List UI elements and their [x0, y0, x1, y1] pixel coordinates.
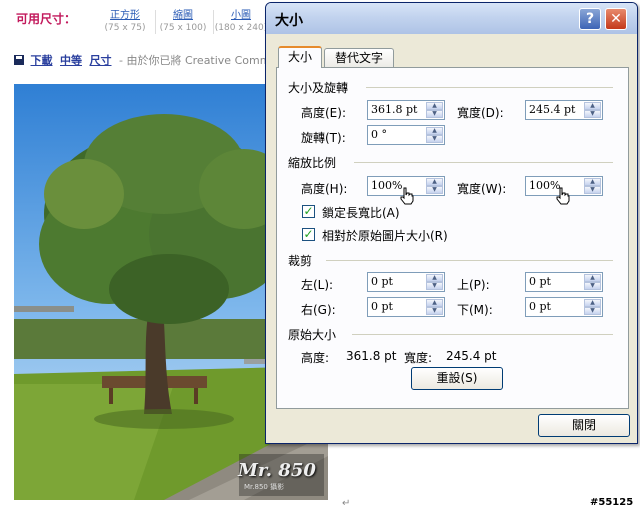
width-value[interactable]: 245.4 pt	[529, 103, 575, 116]
watermark-subtitle: Mr.850 攝影	[244, 483, 285, 491]
tab-size[interactable]: 大小	[278, 46, 322, 68]
spin-down-icon[interactable]: ▼	[584, 282, 601, 290]
original-width-value: 245.4 pt	[446, 349, 497, 363]
hand-cursor-icon	[400, 187, 414, 205]
original-width-label: 寬度:	[404, 351, 433, 365]
download-link[interactable]: 下載	[31, 54, 53, 67]
spin-down-icon[interactable]: ▼	[426, 186, 443, 194]
lock-aspect-checkbox[interactable]: ✓	[302, 205, 315, 218]
size-option-dim: (75 x 100)	[159, 23, 207, 33]
width-spinner[interactable]: 245.4 pt ▲ ▼	[525, 100, 603, 120]
spin-down-icon[interactable]: ▼	[426, 307, 443, 315]
crop-top-label: 上(P):	[457, 278, 490, 292]
size-option-name[interactable]: 縮圖	[158, 9, 208, 22]
lock-aspect-label[interactable]: 鎖定長寬比(A)	[322, 204, 400, 221]
height-value[interactable]: 361.8 pt	[371, 103, 417, 116]
crop-bottom-value[interactable]: 0 pt	[529, 300, 551, 313]
spin-up-icon[interactable]: ▲	[584, 299, 601, 307]
scale-width-label: 寬度(W):	[457, 182, 507, 196]
height-spinner[interactable]: 361.8 pt ▲ ▼	[367, 100, 445, 120]
medium-link[interactable]: 中等	[60, 54, 82, 67]
crop-right-label: 右(G):	[301, 303, 336, 317]
section-divider	[352, 334, 613, 335]
original-height-label: 高度:	[301, 351, 330, 365]
spin-up-icon[interactable]: ▲	[426, 274, 443, 282]
size-option-thumbnail[interactable]: 縮圖 (75 x 100)	[158, 9, 208, 35]
watermark-logo: Mr. 850	[238, 460, 316, 481]
size-option-name[interactable]: 正方形	[100, 9, 150, 22]
rotation-spinner[interactable]: 0 ° ▲ ▼	[367, 125, 445, 145]
spin-down-icon[interactable]: ▼	[584, 186, 601, 194]
crop-bottom-label: 下(M):	[457, 303, 493, 317]
size-option-square[interactable]: 正方形 (75 x 75)	[100, 9, 150, 35]
save-icon	[14, 55, 24, 65]
help-icon[interactable]: ?	[579, 8, 601, 30]
spin-up-icon[interactable]: ▲	[584, 274, 601, 282]
crop-right-value[interactable]: 0 pt	[371, 300, 393, 313]
spin-down-icon[interactable]: ▼	[584, 307, 601, 315]
crop-left-value[interactable]: 0 pt	[371, 275, 393, 288]
close-icon[interactable]: ✕	[605, 8, 627, 30]
size-option-dim: (180 x 240)	[214, 23, 268, 33]
spin-up-icon[interactable]: ▲	[426, 127, 443, 135]
spin-up-icon[interactable]: ▲	[584, 102, 601, 110]
image-id-label: #55125	[590, 497, 634, 508]
spin-up-icon[interactable]: ▲	[426, 178, 443, 186]
available-sizes-bar: 可用尺寸： 正方形 (75 x 75) 縮圖 (75 x 100) 小圖 (18…	[0, 0, 270, 44]
size-option-small[interactable]: 小圖 (180 x 240)	[214, 9, 268, 35]
width-label: 寬度(D):	[457, 106, 504, 120]
size-option-dim: (75 x 75)	[104, 23, 146, 33]
rotation-value[interactable]: 0 °	[371, 128, 387, 141]
spin-down-icon[interactable]: ▼	[426, 135, 443, 143]
dialog-title: 大小	[275, 13, 303, 29]
scale-height-label: 高度(H):	[301, 182, 348, 196]
download-line: 下載 中等 尺寸 - 由於你已將 Creative Commons	[14, 52, 274, 68]
paragraph-mark: ↵	[342, 498, 351, 509]
relative-original-label[interactable]: 相對於原始圖片大小(R)	[322, 227, 448, 244]
spin-up-icon[interactable]: ▲	[426, 299, 443, 307]
spin-up-icon[interactable]: ▲	[426, 102, 443, 110]
rotation-label: 旋轉(T):	[301, 131, 346, 145]
crop-left-label: 左(L):	[301, 278, 334, 292]
section-divider	[366, 87, 613, 88]
close-button[interactable]: 關閉	[538, 414, 630, 437]
size-link[interactable]: 尺寸	[90, 54, 112, 67]
original-height-value: 361.8 pt	[346, 349, 397, 363]
section-original-title: 原始大小	[288, 328, 337, 342]
crop-left-spinner[interactable]: 0 pt ▲ ▼	[367, 272, 445, 292]
section-crop-title: 裁剪	[288, 254, 313, 268]
crop-bottom-spinner[interactable]: 0 pt ▲ ▼	[525, 297, 603, 317]
size-separator	[155, 10, 156, 34]
crop-top-spinner[interactable]: 0 pt ▲ ▼	[525, 272, 603, 292]
spin-up-icon[interactable]: ▲	[584, 178, 601, 186]
size-option-name[interactable]: 小圖	[214, 9, 268, 22]
spin-down-icon[interactable]: ▼	[426, 110, 443, 118]
crop-right-spinner[interactable]: 0 pt ▲ ▼	[367, 297, 445, 317]
spin-down-icon[interactable]: ▼	[426, 282, 443, 290]
spin-down-icon[interactable]: ▼	[584, 110, 601, 118]
crop-top-value[interactable]: 0 pt	[529, 275, 551, 288]
relative-original-checkbox[interactable]: ✓	[302, 228, 315, 241]
section-divider	[354, 162, 613, 163]
height-label: 高度(E):	[301, 106, 346, 120]
section-scale-title: 縮放比例	[288, 156, 337, 170]
hand-cursor-icon	[556, 187, 570, 205]
section-divider	[326, 260, 613, 261]
dialog-title-bar[interactable]: 大小 ? ✕	[266, 3, 637, 34]
tab-alt-text[interactable]: 替代文字	[324, 48, 394, 67]
license-note: - 由於你已將 Creative Commons	[119, 54, 274, 67]
reset-button[interactable]: 重設(S)	[411, 367, 503, 390]
available-sizes-label: 可用尺寸：	[16, 12, 77, 26]
section-size-rotate-title: 大小及旋轉	[288, 81, 349, 95]
scale-height-value[interactable]: 100%	[371, 179, 402, 192]
size-dialog: 大小 ? ✕ 大小 替代文字 大小及旋轉 高度(E): 361.8 pt ▲ ▼ …	[265, 2, 638, 444]
